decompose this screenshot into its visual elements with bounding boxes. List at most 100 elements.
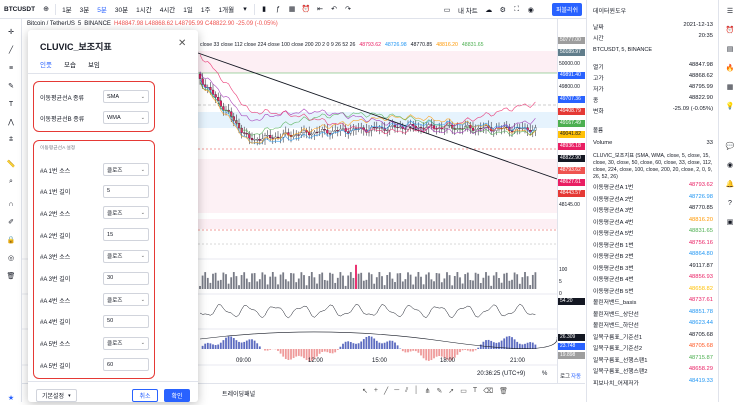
cross-icon[interactable]: +	[374, 387, 378, 395]
volume-bar	[311, 272, 313, 289]
lock-icon[interactable]: 🔒	[4, 233, 18, 247]
source-select[interactable]: 클로즈⌄	[103, 206, 149, 219]
cloud-icon[interactable]: ☁	[482, 3, 496, 17]
streams-icon[interactable]: ◉	[724, 159, 736, 171]
add-symbol-icon[interactable]: ⊕	[39, 2, 53, 16]
line-icon[interactable]: ╱	[384, 387, 388, 395]
histogram-bar	[251, 339, 253, 349]
redo-icon[interactable]: ↷	[341, 2, 355, 16]
symbol-search[interactable]: BTCUSDT	[0, 6, 39, 13]
price-axis[interactable]: 50777.0050189.9750000.0049891.4049800.00…	[557, 19, 585, 383]
tab-style[interactable]: 모습	[64, 59, 76, 74]
trading-panel-tab[interactable]: 트레이딩패널	[222, 389, 255, 398]
brush-icon[interactable]: ✎	[4, 79, 18, 93]
interval-6[interactable]: 1일	[179, 4, 197, 14]
brush-icon[interactable]: ✎	[437, 387, 443, 395]
length-input[interactable]: 50	[103, 315, 149, 328]
eye-icon[interactable]: ◎	[4, 251, 18, 265]
indicators-icon[interactable]: ƒ	[271, 2, 285, 16]
trend-line-icon[interactable]: ╱	[4, 43, 18, 57]
length-input[interactable]: 60	[103, 358, 149, 371]
help-icon[interactable]: ?	[724, 197, 736, 209]
hotlists-icon[interactable]: 🔥	[724, 62, 736, 74]
volume-bar	[207, 278, 209, 289]
undo-icon[interactable]: ↶	[327, 2, 341, 16]
ruler-icon[interactable]: 📏	[4, 157, 18, 171]
hline-icon[interactable]: ─	[394, 387, 399, 395]
interval-1[interactable]: 3분	[76, 4, 94, 14]
percent-toggle[interactable]: %	[542, 371, 547, 377]
publish-button[interactable]: 퍼블리쉬	[552, 3, 582, 16]
interval-3[interactable]: 30분	[111, 4, 132, 14]
calendar-icon[interactable]: ▦	[724, 81, 736, 93]
trash-icon[interactable]: 🗑	[499, 387, 508, 395]
histogram-bar	[381, 343, 383, 349]
interval-0[interactable]: 1분	[58, 4, 76, 14]
input-value: 클로즈	[107, 252, 122, 260]
alerts-icon[interactable]: ⏰	[724, 24, 736, 36]
watchlist-icon[interactable]: ☰	[724, 5, 736, 17]
pattern-icon[interactable]: ⋀	[4, 115, 18, 129]
auto-toggle[interactable]: 자동	[571, 372, 581, 380]
candle-body	[420, 127, 422, 128]
ideas-icon[interactable]: 💡	[724, 100, 736, 112]
pointer-icon[interactable]: ↖	[362, 387, 368, 395]
trash-icon[interactable]: 🗑	[4, 269, 18, 283]
zoom-icon[interactable]: ⌕	[4, 175, 18, 189]
stay-drawing-icon[interactable]: ✐	[4, 215, 18, 229]
tab-visibility[interactable]: 보임	[88, 59, 100, 74]
histogram-bar	[290, 349, 292, 359]
camera-icon[interactable]: ◉	[524, 3, 538, 17]
text-icon[interactable]: T	[4, 97, 18, 111]
log-toggle[interactable]: 로그	[560, 372, 570, 380]
close-icon[interactable]: ✕	[178, 38, 186, 49]
templates-icon[interactable]: ▦	[285, 2, 299, 16]
histogram-bar	[350, 342, 352, 349]
eraser-icon[interactable]: ⌫	[483, 387, 493, 395]
vline-icon[interactable]: │	[414, 387, 418, 395]
interval-4[interactable]: 1시간	[132, 4, 156, 14]
length-input[interactable]: 30	[103, 272, 149, 285]
volume-bar	[225, 274, 227, 289]
chart-layout-name[interactable]: 내 차트	[454, 5, 482, 15]
replay-icon[interactable]: ⇤	[313, 2, 327, 16]
magnet-icon[interactable]: ∩	[4, 197, 18, 211]
settings-icon[interactable]: ⚙	[496, 3, 510, 17]
notifications-icon[interactable]: 🔔	[724, 178, 736, 190]
text-icon[interactable]: T	[473, 387, 477, 395]
source-select[interactable]: 클로즈⌄	[103, 250, 149, 263]
order-panel-icon[interactable]: ▣	[724, 216, 736, 228]
histogram-bar	[415, 349, 417, 351]
layout-icon[interactable]: ▭	[440, 3, 454, 17]
arrow-icon[interactable]: ➚	[448, 387, 454, 395]
source-select[interactable]: 클로즈⌄	[103, 163, 149, 176]
fullscreen-icon[interactable]: ⛶	[510, 3, 524, 17]
source-select[interactable]: 클로즈⌄	[103, 337, 149, 350]
histogram-bar	[477, 348, 479, 349]
ma-type-select[interactable]: WMA⌄	[103, 111, 149, 124]
length-input[interactable]: 15	[103, 228, 149, 241]
alert-icon[interactable]: ⏰	[299, 2, 313, 16]
source-select[interactable]: 클로즈⌄	[103, 293, 149, 306]
tab-inputs[interactable]: 인풋	[40, 59, 52, 74]
ma-type-select[interactable]: SMA⌄	[103, 90, 149, 103]
ok-button[interactable]: 확인	[164, 389, 190, 402]
length-input[interactable]: 5	[103, 185, 149, 198]
chat-icon[interactable]: 💬	[724, 140, 736, 152]
interval-8[interactable]: 1개월	[214, 4, 238, 14]
interval-5[interactable]: 4시간	[156, 4, 180, 14]
candles-icon[interactable]: ▮	[257, 2, 271, 16]
data-window-icon[interactable]: ▤	[724, 43, 736, 55]
chevron-down-icon[interactable]: ▾	[238, 2, 252, 16]
cancel-button[interactable]: 취소	[132, 389, 158, 402]
fib-icon[interactable]: ⩲	[4, 133, 18, 147]
fork-icon[interactable]: ⋔	[425, 387, 431, 395]
rect-icon[interactable]: ▭	[460, 387, 467, 395]
horizontal-lines-icon[interactable]: ≡	[4, 61, 18, 75]
channel-icon[interactable]: ⫽	[405, 387, 408, 395]
interval-2[interactable]: 5분	[93, 4, 111, 14]
interval-7[interactable]: 1주	[197, 4, 215, 14]
favorite-icon[interactable]: ★	[4, 391, 18, 405]
crosshair-icon[interactable]: ✛	[4, 25, 18, 39]
defaults-dropdown[interactable]: 기본설정▾	[36, 389, 77, 402]
